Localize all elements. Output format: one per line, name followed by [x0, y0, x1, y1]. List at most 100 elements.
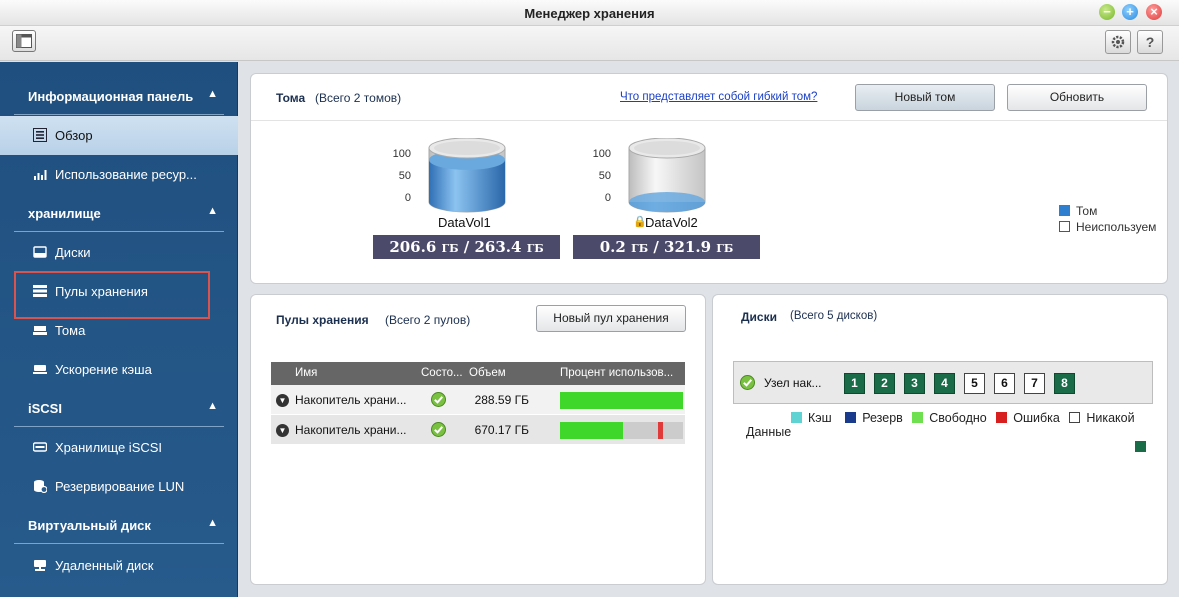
legend-swatch: [1069, 412, 1081, 423]
pool-name: Накопитель храни...: [295, 393, 407, 407]
volume-unit: ГБ: [631, 242, 649, 255]
sidebar-item-remote-disk[interactable]: Удаленный диск: [0, 546, 238, 585]
pools-panel-header: Пулы хранения (Всего 2 пулов) Новый пул …: [251, 295, 705, 342]
volume-used: 206.6: [389, 238, 437, 256]
panel-toggle-icon[interactable]: [12, 30, 36, 52]
pool-name: Накопитель храни...: [295, 423, 407, 437]
cylinder-top-inner: [434, 141, 500, 155]
column-header-name[interactable]: Имя: [295, 367, 317, 379]
flexible-volume-help-link[interactable]: Что представляет собой гибкий том?: [620, 91, 817, 103]
expand-icon[interactable]: ▼: [276, 424, 289, 437]
disk-slot-8[interactable]: 8: [1054, 373, 1075, 394]
volume-name: DataVol2: [645, 215, 698, 230]
sidebar-item-label: Диски: [55, 245, 91, 260]
disk-slot-6[interactable]: 6: [994, 373, 1015, 394]
disk-slot-7[interactable]: 7: [1024, 373, 1045, 394]
disks-count: (Всего 5 дисков): [790, 310, 878, 322]
pool-capacity: 288.59 ГБ: [474, 393, 529, 407]
node-label: Узел нак...: [764, 376, 822, 390]
divider: [14, 231, 224, 232]
status-ok-icon: [431, 422, 446, 437]
sidebar-item-iscsi-storage[interactable]: Хранилище iSCSI: [0, 428, 238, 467]
legend-swatch: [845, 412, 857, 423]
volume-unit: ГБ: [441, 242, 459, 255]
settings-gear-icon[interactable]: [1105, 30, 1131, 54]
cache-icon: [33, 365, 47, 374]
usage-bar: [560, 392, 683, 409]
volume-unit: ГБ: [716, 242, 734, 255]
data-legend-label: Данные: [746, 425, 792, 439]
disk-icon: [33, 246, 47, 258]
sidebar-section-dashboard[interactable]: Информационная панель ▲: [0, 79, 238, 115]
legend-swatch: [791, 412, 802, 423]
chevron-up-icon: ▲: [207, 205, 218, 217]
expand-icon[interactable]: ▼: [276, 394, 289, 407]
axis-label: 0: [604, 192, 611, 204]
new-storage-pool-button[interactable]: Новый пул хранения: [536, 305, 686, 332]
sidebar-item-label: Хранилище iSCSI: [55, 440, 163, 455]
disk-slot-2[interactable]: 2: [874, 373, 895, 394]
maximize-icon[interactable]: +: [1122, 4, 1138, 20]
disks-panel-header: Диски (Всего 5 дисков): [713, 295, 1167, 342]
legend-label: Ошибка: [1013, 411, 1060, 425]
sidebar-section-label: Информационная панель: [28, 89, 194, 104]
legend-item-unused: Неиспользуем: [1059, 220, 1156, 234]
volumes-panel-header: Тома (Всего 2 томов) Что представляет со…: [251, 74, 1167, 121]
divider: [14, 426, 224, 427]
volumes-count: (Всего 2 томов): [315, 91, 402, 105]
legend-label: Том: [1076, 204, 1098, 218]
chevron-up-icon: ▲: [207, 400, 218, 412]
sidebar-section-iscsi[interactable]: iSCSI ▲: [0, 391, 238, 427]
disk-slot-1[interactable]: 1: [844, 373, 865, 394]
sidebar-item-lun-backup[interactable]: Резервирование LUN: [0, 467, 238, 506]
disk-slot-3[interactable]: 3: [904, 373, 925, 394]
column-header-status[interactable]: Состо...: [421, 367, 463, 379]
close-icon[interactable]: ×: [1146, 4, 1162, 20]
selection-highlight: [14, 271, 210, 319]
disk-slot-5[interactable]: 5: [964, 373, 985, 394]
table-row[interactable]: ▼ Накопитель храни... 288.59 ГБ: [271, 385, 685, 415]
new-volume-button[interactable]: Новый том: [855, 84, 995, 111]
sidebar-item-cache-acceleration[interactable]: Ускорение кэша: [0, 350, 238, 389]
sidebar-item-disks[interactable]: Диски: [0, 233, 238, 272]
sidebar-item-label: Ускорение кэша: [55, 362, 152, 377]
volumes-title: Тома: [276, 91, 306, 105]
pools-count: (Всего 2 пулов): [385, 313, 471, 327]
axis-label: 100: [592, 148, 611, 160]
axis-label: 0: [404, 192, 411, 204]
usage-bar: [560, 422, 683, 439]
legend-swatch: [1059, 205, 1070, 216]
disk-slot-4[interactable]: 4: [934, 373, 955, 394]
volume-cylinder-datavol2[interactable]: [627, 138, 707, 214]
column-header-usage[interactable]: Процент использов...: [560, 367, 673, 379]
minimize-icon[interactable]: −: [1099, 4, 1115, 20]
sidebar-item-resource-usage[interactable]: Использование ресур...: [0, 155, 238, 194]
sidebar-item-label: Использование ресур...: [55, 167, 197, 182]
sidebar-item-label: Обзор: [55, 128, 93, 143]
sidebar-section-label: Виртуальный диск: [28, 518, 151, 533]
sidebar-section-virtual-disk[interactable]: Виртуальный диск ▲: [0, 508, 238, 544]
volume-total: 321.9: [664, 238, 712, 256]
volume-cylinder-datavol1[interactable]: [427, 138, 507, 214]
storage-pools-panel: Пулы хранения (Всего 2 пулов) Новый пул …: [250, 294, 706, 585]
cylinder-top-inner: [634, 141, 700, 155]
legend-label: Свободно: [929, 411, 987, 425]
volume-icon: [33, 326, 47, 335]
divider: [14, 543, 224, 544]
disk-legend: Кэш Резерв Свободно Ошибка Никакой: [791, 411, 1135, 425]
table-row[interactable]: ▼ Накопитель храни... 670.17 ГБ: [271, 415, 685, 445]
remote-disk-icon: [34, 560, 46, 571]
backup-icon: [34, 480, 47, 493]
help-button[interactable]: ?: [1137, 30, 1163, 54]
volume-total: 263.4: [474, 238, 522, 256]
sidebar-item-overview[interactable]: Обзор: [0, 116, 238, 155]
disks-panel: Диски (Всего 5 дисков) Узел нак... 12345…: [712, 294, 1168, 585]
storage-node[interactable]: Узел нак... 12345678: [733, 361, 1153, 404]
axis-label: 50: [598, 170, 611, 182]
column-header-capacity[interactable]: Объем: [469, 367, 506, 379]
sidebar: Информационная панель ▲ Обзор Использова…: [0, 62, 238, 597]
volume-name: DataVol1: [438, 215, 491, 230]
toolbar: ?: [0, 26, 1179, 61]
refresh-button[interactable]: Обновить: [1007, 84, 1147, 111]
sidebar-section-storage[interactable]: хранилище ▲: [0, 196, 238, 232]
